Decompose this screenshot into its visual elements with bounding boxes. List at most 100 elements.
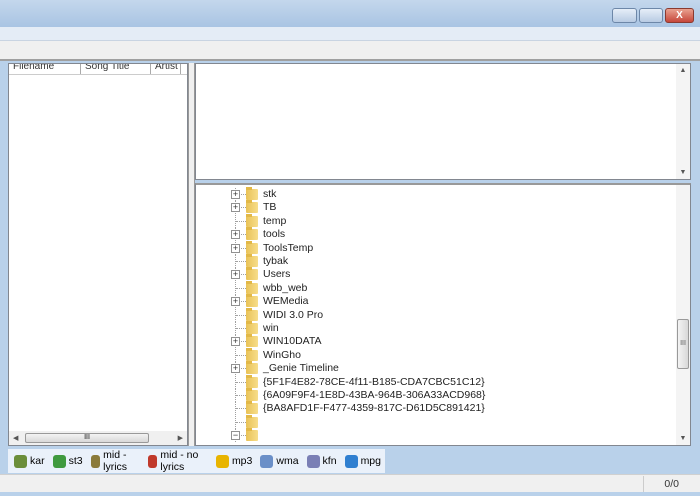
folder-icon xyxy=(246,280,258,294)
horizontal-scrollbar[interactable]: ◀ III ▶ xyxy=(9,431,187,445)
maximize-button[interactable] xyxy=(639,8,663,23)
preview-pane: ▲ ▼ xyxy=(195,63,691,180)
folder-icon xyxy=(246,294,258,308)
scroll-up-icon[interactable]: ▲ xyxy=(676,67,690,74)
play-icon xyxy=(344,454,358,468)
tree-item[interactable]: WIDI 3.0 Pro xyxy=(196,307,676,322)
folder-icon xyxy=(246,227,258,241)
tree-item-label: WIDI 3.0 Pro xyxy=(263,308,324,321)
tree-line xyxy=(236,328,246,329)
folder-icon xyxy=(246,388,258,401)
tree-item-label: temp xyxy=(263,214,287,227)
folder-icon xyxy=(246,213,258,227)
scroll-right-icon[interactable]: ▶ xyxy=(178,434,183,442)
vertical-scrollbar[interactable]: ▲ ▼ xyxy=(676,64,690,179)
legend-item: st3 xyxy=(52,454,83,468)
legend-item: mpg xyxy=(344,454,381,468)
tree-item-label: {5F1F4E82-78CE-4f11-B185-CDA7CBC51C12} xyxy=(263,375,485,388)
tree-item[interactable]: + tools xyxy=(196,227,676,242)
menu-bar xyxy=(0,27,700,41)
expand-icon[interactable]: + xyxy=(231,230,240,240)
tree-line xyxy=(236,408,246,410)
expand-icon[interactable]: + xyxy=(231,203,240,213)
folder-icon xyxy=(246,347,258,361)
minimize-button[interactable] xyxy=(612,8,637,23)
tree-item[interactable]: + stk xyxy=(196,187,676,201)
column-filename[interactable]: Filename xyxy=(9,64,81,74)
kfn-icon xyxy=(306,454,320,468)
tree-line xyxy=(236,381,246,383)
expand-icon[interactable]: + xyxy=(231,190,240,199)
tree-item[interactable]: + _Genie Timeline xyxy=(196,361,676,376)
folder-icon xyxy=(246,374,258,388)
tree-item[interactable]: wbb_web xyxy=(196,280,676,295)
tree-item-label: WIN10DATA xyxy=(263,335,322,348)
tree-line xyxy=(236,395,246,396)
tree-item-label: WinGho xyxy=(263,348,301,361)
tree-item-label: WEMedia xyxy=(263,295,309,308)
expand-icon[interactable]: + xyxy=(231,270,240,280)
expand-icon[interactable]: + xyxy=(231,243,240,253)
scroll-down-icon[interactable]: ▼ xyxy=(676,169,690,176)
folder-icon xyxy=(246,187,258,200)
scroll-thumb[interactable]: III xyxy=(677,319,689,369)
folder-icon xyxy=(246,361,258,375)
scroll-left-icon[interactable]: ◀ xyxy=(13,434,18,442)
tree-item[interactable]: {5F1F4E82-78CE-4f11-B185-CDA7CBC51C12} xyxy=(196,374,676,389)
tree-item[interactable] xyxy=(196,414,676,429)
tree-item[interactable]: WinGho xyxy=(196,347,676,362)
folder-icon xyxy=(246,321,258,334)
tree-item[interactable]: {BA8AFD1F-F477-4359-817C-D61D5C891421} xyxy=(196,401,676,416)
close-button[interactable]: X xyxy=(665,8,694,23)
tree-item-label: TB xyxy=(263,201,277,214)
expand-icon[interactable]: + xyxy=(231,297,240,307)
tree-item-label: tools xyxy=(263,228,286,241)
tree-item[interactable]: + WEMedia xyxy=(196,294,676,309)
legend-item: kar xyxy=(14,454,45,468)
tree-item[interactable]: tybak xyxy=(196,254,676,268)
legend-label: st3 xyxy=(68,455,83,467)
tree-item-label: _Genie Timeline xyxy=(263,362,339,375)
tree-line xyxy=(236,354,246,356)
tree-item[interactable]: − xyxy=(196,428,676,443)
folder-icon xyxy=(246,401,258,415)
legend-item: mid - no lyrics xyxy=(147,449,208,473)
tree-vertical-scrollbar[interactable]: III ▼ xyxy=(676,185,690,445)
tree-item[interactable]: win xyxy=(196,321,676,335)
folder-icon xyxy=(246,200,258,214)
file-type-legend: kar st3 mid - lyrics mid - no lyrics mp3 wma k… xyxy=(8,449,385,473)
tree-item[interactable]: + Users xyxy=(196,267,676,282)
legend-label: mid - lyrics xyxy=(103,449,128,473)
legend-item: kfn xyxy=(306,454,337,468)
tree-line xyxy=(236,421,246,423)
tree-line xyxy=(236,261,246,262)
tree-item-label: Users xyxy=(263,268,291,281)
legend-item: wma xyxy=(260,454,299,468)
music-note-icon xyxy=(147,454,158,468)
column-artist[interactable]: Artist xyxy=(151,64,181,74)
window-border xyxy=(0,492,700,496)
tree-item[interactable]: + ToolsTemp xyxy=(196,240,676,255)
column-song-title[interactable]: Song Title xyxy=(81,64,151,74)
tree-item-label: wbb_web xyxy=(263,281,308,294)
tree-item-label: stk xyxy=(263,188,277,200)
song-count: 0/0 xyxy=(643,476,683,492)
expand-icon[interactable]: + xyxy=(231,337,240,347)
pane-splitter[interactable] xyxy=(188,63,195,446)
tree-item[interactable]: + WIN10DATA xyxy=(196,334,676,349)
tree-item[interactable]: {6A09F9F4-1E8D-43BA-964B-306A33ACD968} xyxy=(196,388,676,402)
tree-item[interactable]: temp xyxy=(196,213,676,228)
folder-tree[interactable]: + stk + TB temp + tools + ToolsTemp tybak + Users wb… xyxy=(195,183,691,446)
karaoke-icon xyxy=(52,454,66,468)
legend-label: mp3 xyxy=(231,455,253,467)
karaoke-icon xyxy=(14,454,27,468)
scroll-down-icon[interactable]: ▼ xyxy=(676,435,690,442)
tree-item[interactable]: + TB xyxy=(196,200,676,215)
folder-icon xyxy=(246,334,258,348)
scroll-thumb[interactable]: III xyxy=(25,433,149,443)
folder-icon xyxy=(246,428,258,442)
collapse-icon[interactable]: − xyxy=(231,431,240,441)
file-list[interactable]: Filename Song Title Artist ◀ III ▶ xyxy=(8,63,188,446)
legend-item: mid - lyrics xyxy=(90,449,140,473)
expand-icon[interactable]: + xyxy=(231,364,240,374)
